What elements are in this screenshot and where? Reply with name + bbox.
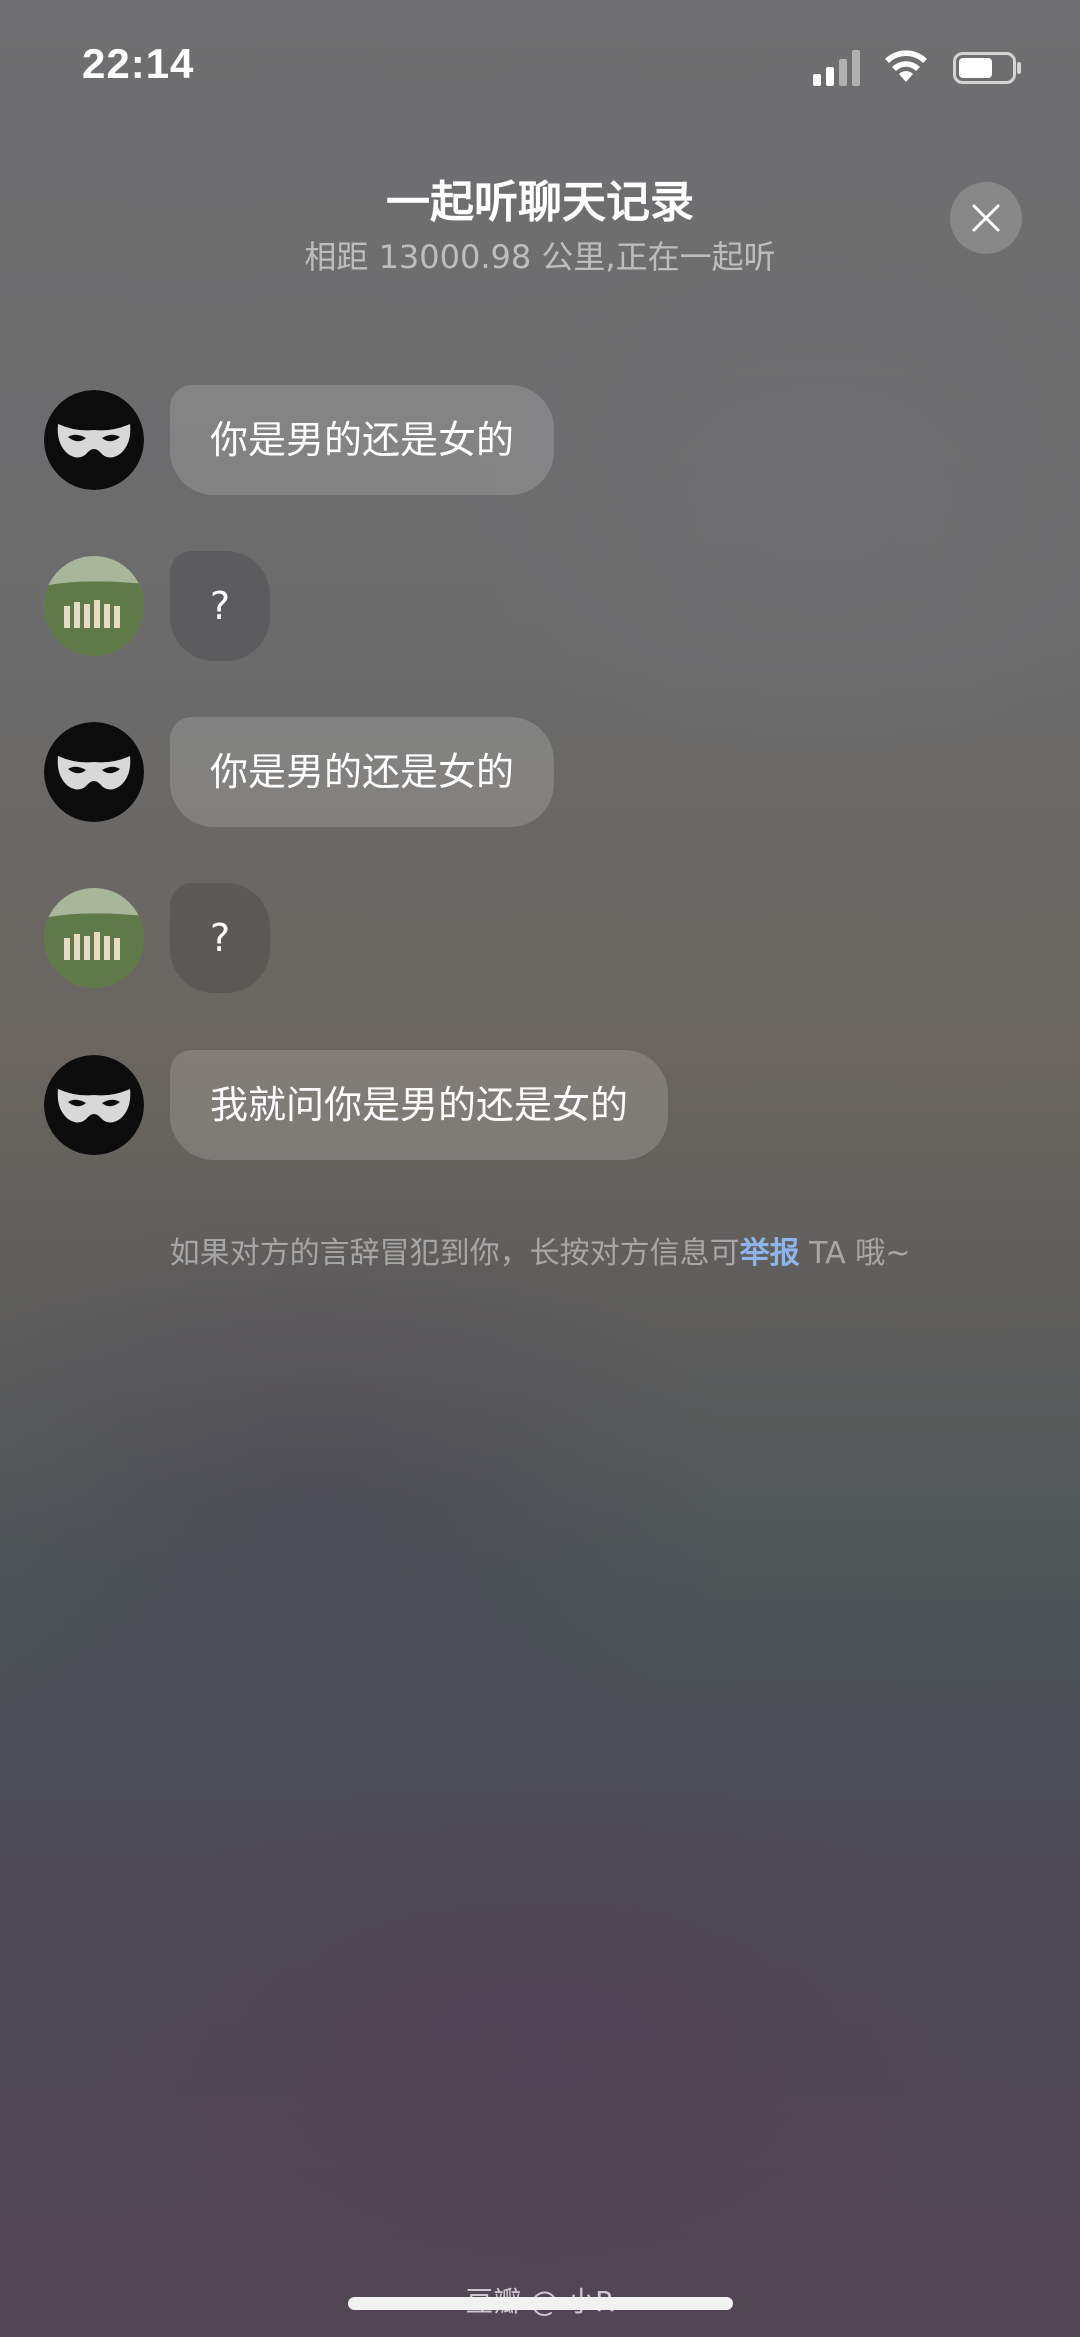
- mask-avatar[interactable]: [44, 722, 144, 822]
- message-bubble[interactable]: ?: [170, 883, 271, 993]
- mask-avatar[interactable]: [44, 1055, 144, 1155]
- wifi-icon: [885, 50, 927, 82]
- message-row: 你是男的还是女的: [0, 717, 1080, 827]
- notice-suffix: TA 哦~: [799, 1236, 911, 1271]
- page-title: 一起听聊天记录: [386, 177, 694, 228]
- close-button[interactable]: [950, 182, 1022, 254]
- landscape-icon: [44, 556, 144, 656]
- mask-avatar[interactable]: [44, 390, 144, 490]
- message-bubble[interactable]: ?: [170, 551, 271, 661]
- message-row: ?: [0, 551, 1080, 661]
- landscape-icon: [44, 888, 144, 988]
- message-bubble[interactable]: 你是男的还是女的: [170, 717, 555, 827]
- status-time: 22:14: [82, 40, 195, 87]
- status-bar: 22:14: [0, 0, 1080, 130]
- message-row: 我就问你是男的还是女的: [0, 1050, 1080, 1160]
- report-notice: 如果对方的言辞冒犯到你，长按对方信息可举报 TA 哦~: [0, 1228, 1080, 1272]
- page-subtitle: 相距 13000.98 公里,正在一起听: [304, 238, 776, 276]
- report-link[interactable]: 举报: [740, 1236, 800, 1271]
- mask-icon: [44, 1055, 144, 1155]
- message-row: 你是男的还是女的: [0, 385, 1080, 495]
- landscape-avatar[interactable]: [44, 556, 144, 656]
- battery-icon: [953, 52, 1021, 84]
- signal-icon: [813, 50, 860, 86]
- home-indicator[interactable]: [348, 2297, 733, 2310]
- message-bubble[interactable]: 你是男的还是女的: [170, 385, 555, 495]
- message-bubble[interactable]: 我就问你是男的还是女的: [170, 1050, 669, 1160]
- notice-prefix: 如果对方的言辞冒犯到你，长按对方信息可: [169, 1236, 740, 1271]
- mask-icon: [44, 390, 144, 490]
- mask-icon: [44, 722, 144, 822]
- message-row: ?: [0, 883, 1080, 993]
- close-icon: [972, 204, 1000, 232]
- landscape-avatar[interactable]: [44, 888, 144, 988]
